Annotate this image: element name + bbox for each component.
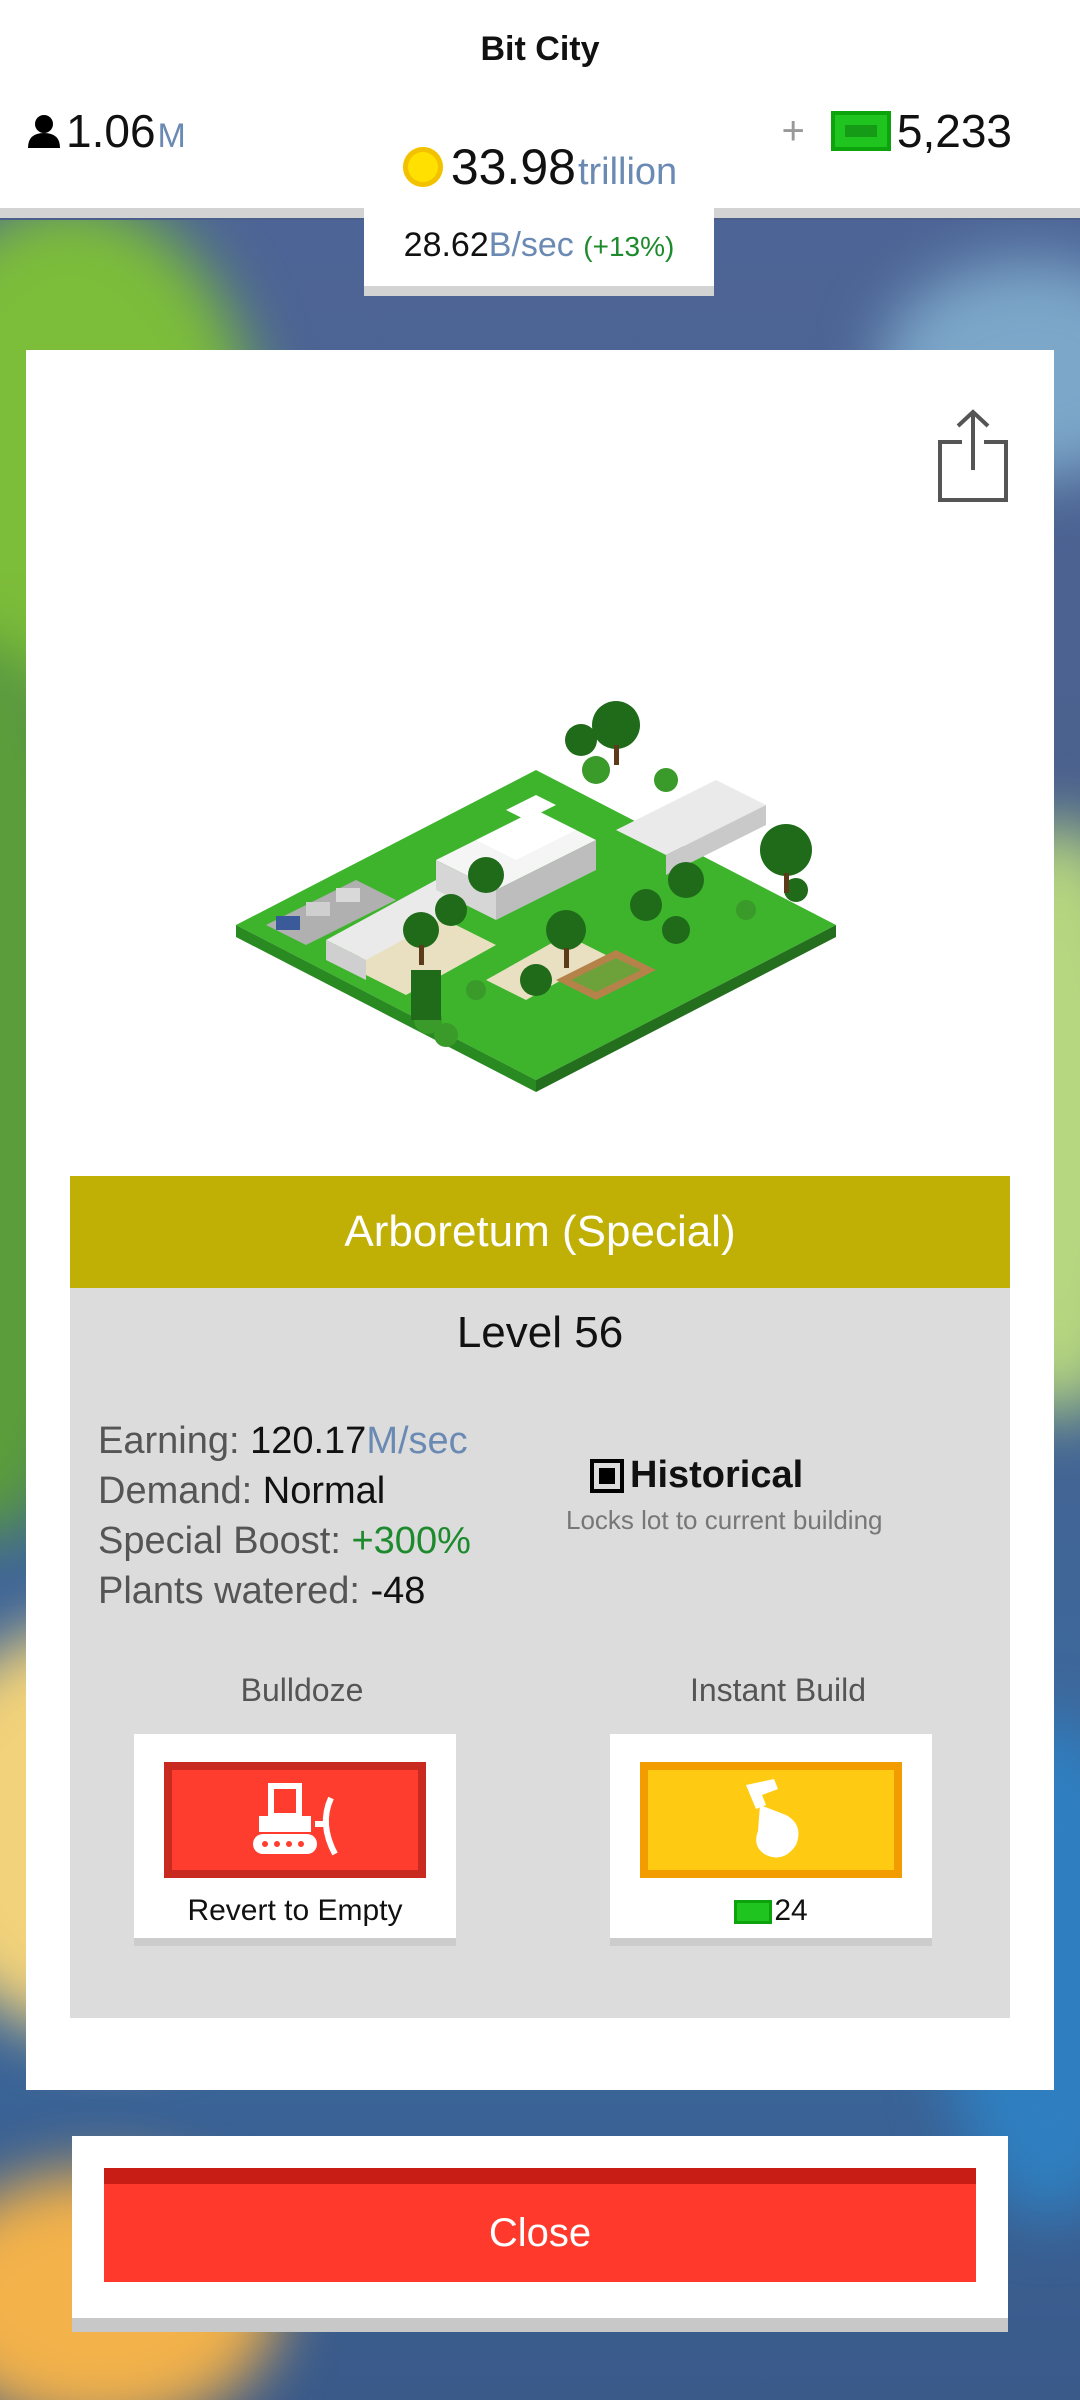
- plants-value: -48: [370, 1570, 426, 1612]
- income-rate: 28.62B/sec (+13%): [364, 208, 714, 296]
- boost-row: Special Boost: +300%: [98, 1516, 471, 1566]
- building-info-panel: Level 56 Earning: 120.17M/sec Demand: No…: [70, 1288, 1010, 2018]
- earning-row: Earning: 120.17M/sec: [98, 1416, 471, 1466]
- building-name: Arboretum (Special): [70, 1176, 1010, 1288]
- coins-counter: 33.98 trillion: [0, 138, 1080, 196]
- instant-build-cost: 24: [610, 1894, 932, 1928]
- boost-value: +300%: [351, 1520, 471, 1562]
- boost-label: Special Boost:: [98, 1520, 352, 1562]
- demand-value: Normal: [262, 1470, 386, 1512]
- top-bar: Bit City 1.06 M + 5,233 33.98 trillion: [0, 0, 1080, 218]
- rate-percent: (+13%): [583, 231, 675, 262]
- share-icon[interactable]: [936, 408, 1010, 504]
- earning-label: Earning:: [98, 1420, 251, 1462]
- close-button[interactable]: Close: [104, 2168, 976, 2282]
- earning-value: 120.17: [250, 1420, 367, 1462]
- instant-build-button[interactable]: [640, 1762, 902, 1878]
- instant-build-card[interactable]: 24: [610, 1734, 932, 1946]
- building-card: Arboretum (Special) Level 56 Earning: 12…: [26, 350, 1054, 2090]
- city-title: Bit City: [480, 30, 600, 68]
- close-panel: Close: [72, 2136, 1008, 2332]
- bulldoze-button[interactable]: [164, 1762, 426, 1878]
- building-level: Level 56: [456, 1308, 624, 1357]
- historical-label: Historical: [630, 1454, 804, 1496]
- plants-row: Plants watered: -48: [98, 1566, 471, 1616]
- demand-row: Demand: Normal: [98, 1466, 471, 1516]
- bulldozer-icon: [253, 1783, 338, 1856]
- historical-checkbox[interactable]: [590, 1458, 624, 1493]
- rate-unit: B/sec: [488, 226, 574, 264]
- coin-icon: [402, 147, 443, 187]
- historical-toggle[interactable]: Historical Locks lot to current building: [566, 1454, 990, 1536]
- building-image: [236, 701, 836, 1092]
- earning-unit: M/sec: [366, 1420, 468, 1462]
- hammer-icon: [746, 1779, 799, 1858]
- bulldoze-caption: Revert to Empty: [187, 1894, 403, 1927]
- instant-build-title: Instant Build: [689, 1672, 867, 1708]
- instant-build-cost-value: 24: [774, 1894, 808, 1927]
- rate-value: 28.62: [403, 226, 489, 264]
- plants-label: Plants watered:: [98, 1570, 371, 1612]
- historical-description: Locks lot to current building: [566, 1505, 883, 1535]
- bulldoze-title: Bulldoze: [240, 1672, 364, 1708]
- bill-icon: [734, 1900, 773, 1925]
- building-stats: Earning: 120.17M/sec Demand: Normal Spec…: [98, 1416, 471, 1616]
- bulldoze-card[interactable]: Revert to Empty: [134, 1734, 456, 1946]
- coins-value: 33.98: [450, 139, 576, 195]
- demand-label: Demand:: [98, 1470, 263, 1512]
- coins-unit: trillion: [577, 150, 678, 193]
